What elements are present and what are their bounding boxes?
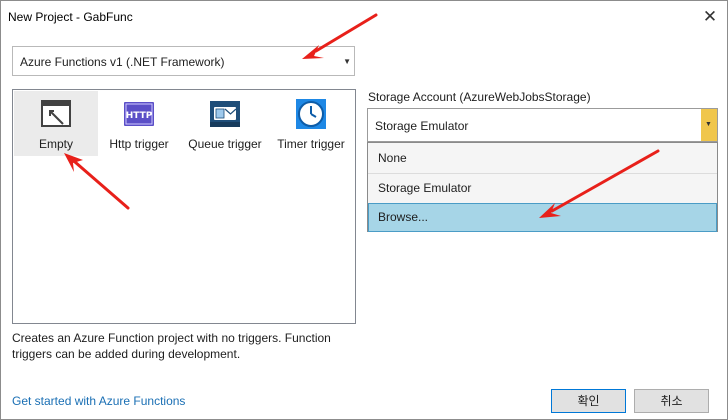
option-browse[interactable]: Browse... — [368, 203, 717, 232]
template-timer-trigger[interactable]: Timer trigger — [269, 91, 353, 156]
template-label: Queue trigger — [188, 137, 262, 151]
cancel-button[interactable]: 취소 — [634, 389, 709, 413]
dropdown-button[interactable]: ▼ — [701, 109, 717, 141]
template-http-trigger[interactable]: HTTP Http trigger — [97, 91, 181, 156]
queue-trigger-icon — [210, 101, 240, 127]
title-bar: New Project - GabFunc ✕ — [1, 1, 727, 33]
storage-account-value: Storage Emulator — [375, 119, 469, 133]
storage-account-dropdown: None Storage Emulator Browse... — [367, 142, 718, 232]
template-empty[interactable]: Empty — [14, 91, 98, 156]
chevron-down-icon: ▼ — [705, 121, 712, 128]
template-label: Http trigger — [109, 137, 169, 151]
close-icon[interactable]: ✕ — [698, 5, 722, 29]
new-project-dialog: New Project - GabFunc ✕ Azure Functions … — [0, 0, 728, 420]
description-line: Creates an Azure Function project with n… — [12, 331, 331, 345]
http-badge-text: HTTP — [126, 111, 153, 121]
get-started-link[interactable]: Get started with Azure Functions — [12, 394, 185, 408]
option-none[interactable]: None — [368, 144, 717, 173]
ok-button[interactable]: 확인 — [551, 389, 626, 413]
empty-template-icon — [41, 100, 71, 127]
template-queue-trigger[interactable]: Queue trigger — [183, 91, 267, 156]
framework-version-select[interactable]: Azure Functions v1 (.NET Framework) ▼ — [12, 46, 355, 76]
chevron-down-icon: ▼ — [343, 57, 351, 66]
storage-account-label: Storage Account (AzureWebJobsStorage) — [368, 90, 591, 104]
template-label: Empty — [38, 137, 73, 151]
template-label: Timer trigger — [277, 137, 345, 151]
template-description: Creates an Azure Function project with n… — [12, 330, 362, 362]
description-line: triggers can be added during development… — [12, 347, 241, 361]
timer-trigger-icon — [296, 99, 326, 129]
storage-account-select[interactable]: Storage Emulator ▼ — [367, 108, 718, 142]
option-storage-emulator[interactable]: Storage Emulator — [368, 174, 717, 203]
http-trigger-icon: HTTP — [124, 102, 154, 126]
framework-version-value: Azure Functions v1 (.NET Framework) — [20, 55, 225, 69]
template-list: Empty HTTP Http trigger Queue trigger Ti… — [12, 89, 356, 324]
window-title: New Project - GabFunc — [8, 10, 133, 24]
